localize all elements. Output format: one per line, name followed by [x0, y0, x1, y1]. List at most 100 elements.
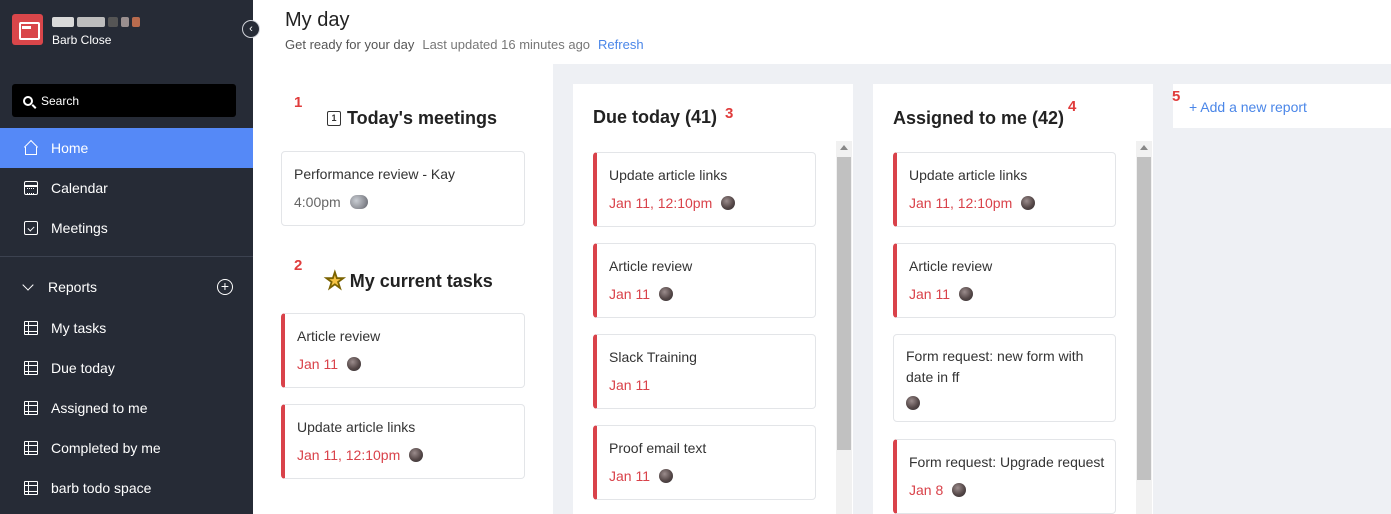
- task-card[interactable]: Update article links Jan 11, 12:10pm: [281, 404, 525, 479]
- scrollbar-thumb[interactable]: [1137, 157, 1151, 480]
- task-card[interactable]: Update article links Jan 11, 12:10pm: [893, 152, 1116, 227]
- annotation-marker: 2: [294, 257, 303, 274]
- task-card[interactable]: Slack Training Jan 11: [593, 334, 816, 409]
- assigned-to-me-panel: Assigned to me (42) 4 Update article lin…: [873, 84, 1153, 514]
- annotation-marker: 4: [1068, 98, 1077, 115]
- task-card[interactable]: Article review Jan 11: [593, 243, 816, 318]
- sidebar-item-label: Assigned to me: [51, 400, 148, 416]
- due-date: Jan 11: [297, 356, 338, 372]
- avatar: [906, 396, 920, 410]
- page-subtitle: Get ready for your day: [285, 37, 415, 52]
- user-name: Barb Close: [52, 33, 112, 47]
- overview-panel: 1 1 Today's meetings Performance review …: [253, 64, 553, 514]
- task-title: Article review: [909, 258, 993, 274]
- scrollbar[interactable]: [836, 141, 852, 514]
- task-title-line2: date in ff: [906, 369, 960, 385]
- nav-item-meetings[interactable]: Meetings: [0, 208, 253, 248]
- task-card[interactable]: Form request: Upgrade request Jan 8: [893, 439, 1116, 514]
- sidebar-item-completed-by-me[interactable]: Completed by me: [0, 428, 253, 468]
- redacted-block: [121, 17, 129, 27]
- task-title: Slack Training: [609, 349, 697, 365]
- meetings-title: 1 Today's meetings: [327, 108, 497, 129]
- brand[interactable]: Barb Close: [12, 14, 140, 47]
- scroll-up-arrow-icon[interactable]: [840, 145, 848, 150]
- reports-label: Reports: [48, 279, 98, 295]
- sidebar-item-assigned-to-me[interactable]: Assigned to me: [0, 388, 253, 428]
- avatar: [659, 469, 673, 483]
- task-meta: Jan 11: [609, 286, 673, 302]
- sidebar-item-label: Due today: [51, 360, 115, 376]
- scrollbar-thumb[interactable]: [837, 157, 851, 450]
- due-date: Jan 8: [909, 482, 944, 498]
- task-card[interactable]: Article review Jan 11: [281, 313, 525, 388]
- scroll-up-arrow-icon[interactable]: [1140, 145, 1148, 150]
- task-meta: [906, 396, 920, 410]
- task-card[interactable]: Update article links Jan 11, 12:10pm: [593, 152, 816, 227]
- task-meta: Jan 8: [909, 482, 967, 498]
- redacted-block: [108, 17, 118, 27]
- last-updated: Last updated 16 minutes ago: [422, 37, 591, 52]
- avatar: [409, 448, 424, 462]
- column-title: Assigned to me (42): [893, 108, 1065, 128]
- refresh-link[interactable]: Refresh: [598, 37, 644, 52]
- task-meta: Jan 11, 12:10pm: [609, 195, 736, 211]
- avatar: [959, 287, 973, 301]
- avatar: [952, 483, 967, 497]
- tasks-title-label: My current tasks: [349, 270, 493, 291]
- task-meta: Jan 11: [909, 286, 973, 302]
- due-today-panel: Due today (41) 3 Update article links Ja…: [573, 84, 853, 514]
- nav-item-home[interactable]: Home: [0, 128, 253, 168]
- annotation-marker: 1: [294, 94, 303, 111]
- page-title: My day: [285, 9, 350, 31]
- due-date: Jan 11: [609, 468, 650, 484]
- redacted-block: [77, 17, 105, 27]
- scrollbar[interactable]: [1136, 141, 1152, 514]
- sidebar-divider: [0, 256, 253, 257]
- column-title: Due today (41): [593, 107, 718, 127]
- annotation-marker: 5: [1172, 88, 1181, 105]
- add-report-icon[interactable]: +: [217, 279, 233, 295]
- table-icon: [24, 441, 38, 455]
- task-card[interactable]: Form request: new form with date in ff: [893, 334, 1116, 422]
- redacted-block: [132, 17, 140, 27]
- search-label: Search: [41, 93, 80, 108]
- meeting-time: 4:00pm: [294, 194, 341, 210]
- avatar: [1021, 196, 1036, 210]
- task-title: Article review: [297, 328, 381, 344]
- due-date: Jan 11, 12:10pm: [909, 195, 1013, 211]
- annotation-marker: 3: [725, 105, 734, 122]
- nav-item-label: Home: [51, 140, 89, 156]
- table-icon: [24, 321, 38, 335]
- meetings-title-label: Today's meetings: [347, 108, 497, 128]
- sidebar-item-barb-todo-space[interactable]: barb todo space: [0, 468, 253, 508]
- nav-item-calendar[interactable]: Calendar: [0, 168, 253, 208]
- avatar: [721, 196, 736, 210]
- search-icon: [23, 95, 33, 106]
- sidebar-item-my-tasks[interactable]: My tasks: [0, 308, 253, 348]
- app-logo: [12, 14, 43, 45]
- tasks-title: ★ My current tasks: [325, 268, 493, 294]
- meeting-title: Performance review - Kay: [294, 166, 456, 182]
- calendar-icon: 1: [327, 111, 341, 126]
- task-meta: Jan 11, 12:10pm: [909, 195, 1036, 211]
- avatar: [659, 287, 673, 301]
- due-date: Jan 11, 12:10pm: [297, 447, 401, 463]
- task-card[interactable]: Article review Jan 11: [893, 243, 1116, 318]
- search-input[interactable]: Search: [12, 84, 236, 117]
- reports-section-toggle[interactable]: Reports +: [0, 267, 253, 307]
- due-date: Jan 11, 12:10pm: [609, 195, 713, 211]
- sidebar-item-label: Completed by me: [51, 440, 161, 456]
- table-icon: [24, 361, 38, 375]
- add-report-panel[interactable]: 5 + Add a new report: [1172, 84, 1391, 128]
- sidebar-item-due-today[interactable]: Due today: [0, 348, 253, 388]
- brand-text: Barb Close: [52, 15, 140, 47]
- task-meta: Jan 11, 12:10pm: [297, 447, 424, 463]
- task-card[interactable]: Proof email text Jan 11: [593, 425, 816, 500]
- task-meta: Jan 11: [297, 356, 361, 372]
- collapse-sidebar-button[interactable]: ‹: [242, 20, 260, 38]
- nav-item-label: Meetings: [51, 220, 108, 236]
- meeting-card[interactable]: Performance review - Kay 4:00pm: [281, 151, 525, 226]
- chevron-down-icon: [22, 278, 34, 291]
- add-report-link[interactable]: + Add a new report: [1189, 99, 1307, 115]
- meetings-icon: [24, 221, 38, 235]
